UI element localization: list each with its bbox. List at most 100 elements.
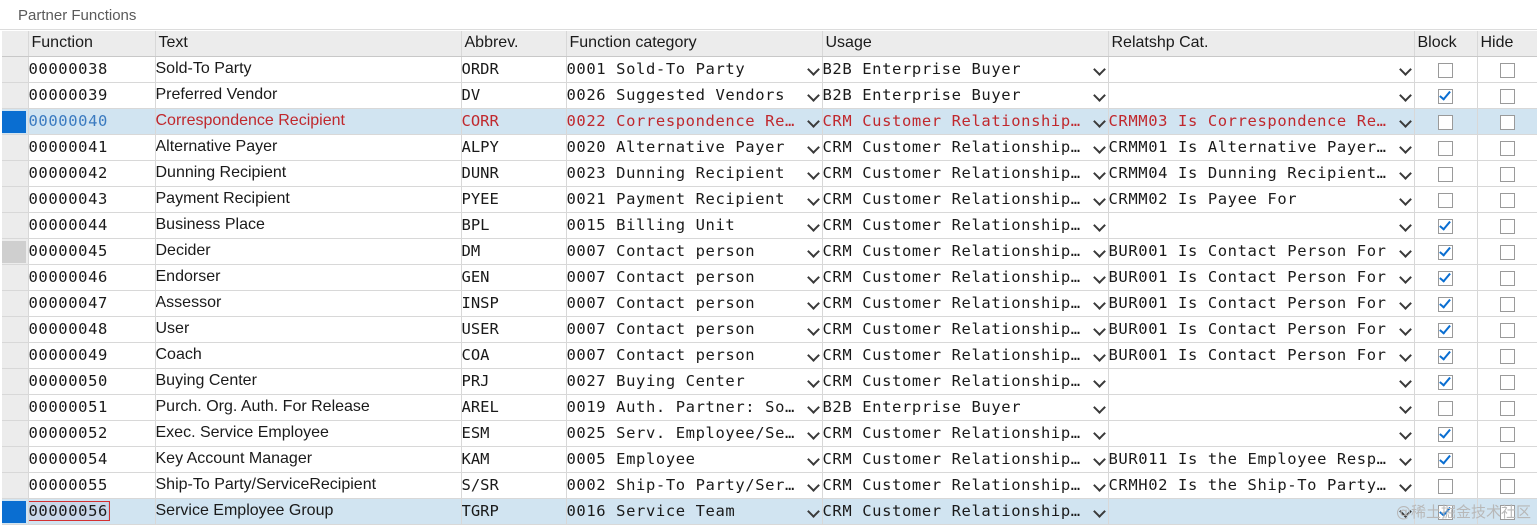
cell-relatshp-cat-dropdown[interactable]: BUR011 Is the Employee Resp… bbox=[1108, 446, 1415, 473]
cell-text[interactable]: Buying Center bbox=[155, 368, 462, 395]
cell-function[interactable]: 00000050 bbox=[28, 368, 156, 395]
cell-usage-dropdown[interactable]: CRM Customer Relationship… bbox=[822, 212, 1109, 239]
hide-checkbox[interactable] bbox=[1499, 270, 1515, 286]
row-selector[interactable] bbox=[2, 290, 29, 317]
block-checkbox[interactable] bbox=[1438, 88, 1453, 104]
cell-usage-dropdown[interactable]: CRM Customer Relationship… bbox=[822, 238, 1109, 265]
table-row[interactable]: 00000042 Dunning Recipient DUNR 0023 Dunnin… bbox=[2, 160, 1537, 187]
cell-function-category-dropdown[interactable]: 0007 Contact person bbox=[566, 238, 823, 265]
block-checkbox[interactable] bbox=[1438, 140, 1453, 156]
cell-relatshp-cat-dropdown[interactable] bbox=[1108, 82, 1415, 109]
cell-function-category-dropdown[interactable]: 0007 Contact person bbox=[566, 264, 823, 291]
cell-relatshp-cat-dropdown[interactable] bbox=[1108, 56, 1415, 83]
table-row[interactable]: 00000054 Key Account Manager KAM 0005 Emplo… bbox=[2, 446, 1537, 473]
cell-usage-dropdown[interactable]: CRM Customer Relationship… bbox=[822, 446, 1109, 473]
cell-function[interactable]: 00000045 bbox=[28, 238, 156, 265]
cell-abbrev[interactable]: CORR bbox=[461, 108, 567, 135]
cell-text[interactable]: Purch. Org. Auth. For Release bbox=[155, 394, 462, 421]
cell-text[interactable]: Assessor bbox=[155, 290, 462, 317]
table-row[interactable]: 00000048 User USER 0007 Contact person CRM C… bbox=[2, 316, 1537, 343]
cell-abbrev[interactable]: PYEE bbox=[461, 186, 567, 213]
chevron-down-icon[interactable] bbox=[1398, 426, 1412, 440]
row-selector[interactable] bbox=[2, 342, 29, 369]
cell-function-category-dropdown[interactable]: 0016 Service Team bbox=[566, 498, 823, 525]
table-row[interactable]: 00000039 Preferred Vendor DV 0026 Suggested… bbox=[2, 82, 1537, 109]
col-header-abbrev[interactable]: Abbrev. bbox=[461, 31, 567, 57]
hide-checkbox[interactable] bbox=[1499, 192, 1515, 208]
cell-text[interactable]: Sold-To Party bbox=[155, 56, 462, 83]
cell-text[interactable]: Correspondence Recipient bbox=[155, 108, 462, 135]
table-row[interactable]: 00000046 Endorser GEN 0007 Contact person CR… bbox=[2, 264, 1537, 291]
table-row[interactable]: 00000052 Exec. Service Employee ESM 0025 Se… bbox=[2, 420, 1537, 447]
cell-function[interactable]: 00000044 bbox=[28, 212, 156, 239]
cell-usage-dropdown[interactable]: B2B Enterprise Buyer bbox=[822, 56, 1109, 83]
col-header-text[interactable]: Text bbox=[155, 31, 462, 57]
cell-function-category-dropdown[interactable]: 0019 Auth. Partner: So… bbox=[566, 394, 823, 421]
hide-checkbox[interactable] bbox=[1499, 452, 1515, 468]
row-selector[interactable] bbox=[2, 394, 29, 421]
row-selector[interactable] bbox=[2, 498, 29, 525]
hide-checkbox[interactable] bbox=[1499, 244, 1515, 260]
cell-text[interactable]: Preferred Vendor bbox=[155, 82, 462, 109]
cell-function-category-dropdown[interactable]: 0022 Correspondence Re… bbox=[566, 108, 823, 135]
row-selector[interactable] bbox=[2, 368, 29, 395]
cell-abbrev[interactable]: S/SR bbox=[461, 472, 567, 499]
cell-text[interactable]: Alternative Payer bbox=[155, 134, 462, 161]
table-row[interactable]: 00000044 Business Place BPL 0015 Billing Un… bbox=[2, 212, 1537, 239]
table-row[interactable]: 00000049 Coach COA 0007 Contact person CRM C… bbox=[2, 342, 1537, 369]
cell-function-category-dropdown[interactable]: 0023 Dunning Recipient bbox=[566, 160, 823, 187]
block-checkbox[interactable] bbox=[1438, 114, 1453, 130]
block-checkbox[interactable] bbox=[1438, 374, 1453, 390]
row-selector[interactable] bbox=[2, 264, 29, 291]
cell-relatshp-cat-dropdown[interactable] bbox=[1108, 368, 1415, 395]
row-selector[interactable] bbox=[2, 420, 29, 447]
hide-checkbox[interactable] bbox=[1499, 114, 1515, 130]
col-header-function[interactable]: Function bbox=[28, 31, 156, 57]
table-row[interactable]: 00000050 Buying Center PRJ 0027 Buying Cent… bbox=[2, 368, 1537, 395]
cell-usage-dropdown[interactable]: CRM Customer Relationship… bbox=[822, 290, 1109, 317]
cell-abbrev[interactable]: PRJ bbox=[461, 368, 567, 395]
select-all-cell[interactable] bbox=[2, 31, 29, 57]
cell-relatshp-cat-dropdown[interactable]: BUR001 Is Contact Person For bbox=[1108, 238, 1415, 265]
chevron-down-icon[interactable] bbox=[1398, 218, 1412, 232]
cell-function[interactable]: 00000048 bbox=[28, 316, 156, 343]
cell-usage-dropdown[interactable]: CRM Customer Relationship… bbox=[822, 134, 1109, 161]
cell-function[interactable]: 00000052 bbox=[28, 420, 156, 447]
block-checkbox[interactable] bbox=[1438, 218, 1453, 234]
cell-function-category-dropdown[interactable]: 0007 Contact person bbox=[566, 342, 823, 369]
cell-relatshp-cat-dropdown[interactable]: BUR001 Is Contact Person For bbox=[1108, 290, 1415, 317]
cell-abbrev[interactable]: USER bbox=[461, 316, 567, 343]
col-header-usage[interactable]: Usage bbox=[822, 31, 1109, 57]
cell-relatshp-cat-dropdown[interactable] bbox=[1108, 394, 1415, 421]
cell-function[interactable]: 00000056 bbox=[28, 498, 156, 525]
cell-usage-dropdown[interactable]: CRM Customer Relationship… bbox=[822, 368, 1109, 395]
cell-usage-dropdown[interactable]: CRM Customer Relationship… bbox=[822, 316, 1109, 343]
cell-relatshp-cat-dropdown[interactable]: CRMM03 Is Correspondence Re… bbox=[1108, 108, 1415, 135]
chevron-down-icon[interactable] bbox=[1398, 88, 1412, 102]
cell-text[interactable]: Payment Recipient bbox=[155, 186, 462, 213]
cell-abbrev[interactable]: KAM bbox=[461, 446, 567, 473]
cell-usage-dropdown[interactable]: CRM Customer Relationship… bbox=[822, 160, 1109, 187]
cell-abbrev[interactable]: COA bbox=[461, 342, 567, 369]
hide-checkbox[interactable] bbox=[1499, 374, 1515, 390]
cell-relatshp-cat-dropdown[interactable] bbox=[1108, 420, 1415, 447]
block-checkbox[interactable] bbox=[1438, 166, 1453, 182]
hide-checkbox[interactable] bbox=[1499, 348, 1515, 364]
cell-abbrev[interactable]: GEN bbox=[461, 264, 567, 291]
cell-relatshp-cat-dropdown[interactable]: BUR001 Is Contact Person For bbox=[1108, 316, 1415, 343]
cell-relatshp-cat-dropdown[interactable]: CRMH02 Is the Ship-To Party… bbox=[1108, 472, 1415, 499]
cell-abbrev[interactable]: TGRP bbox=[461, 498, 567, 525]
cell-function-category-dropdown[interactable]: 0001 Sold-To Party bbox=[566, 56, 823, 83]
cell-abbrev[interactable]: ALPY bbox=[461, 134, 567, 161]
chevron-down-icon[interactable] bbox=[1398, 374, 1412, 388]
col-header-hide[interactable]: Hide bbox=[1477, 31, 1537, 57]
block-checkbox[interactable] bbox=[1438, 244, 1453, 260]
table-row[interactable]: 00000038 Sold-To Party ORDR 0001 Sold-To Pa… bbox=[2, 56, 1537, 83]
cell-function-category-dropdown[interactable]: 0015 Billing Unit bbox=[566, 212, 823, 239]
cell-function[interactable]: 00000047 bbox=[28, 290, 156, 317]
cell-text[interactable]: Coach bbox=[155, 342, 462, 369]
cell-text[interactable]: Ship-To Party/ServiceRecipient bbox=[155, 472, 462, 499]
cell-function-category-dropdown[interactable]: 0002 Ship-To Party/Ser… bbox=[566, 472, 823, 499]
cell-function-category-dropdown[interactable]: 0026 Suggested Vendors bbox=[566, 82, 823, 109]
cell-text[interactable]: User bbox=[155, 316, 462, 343]
